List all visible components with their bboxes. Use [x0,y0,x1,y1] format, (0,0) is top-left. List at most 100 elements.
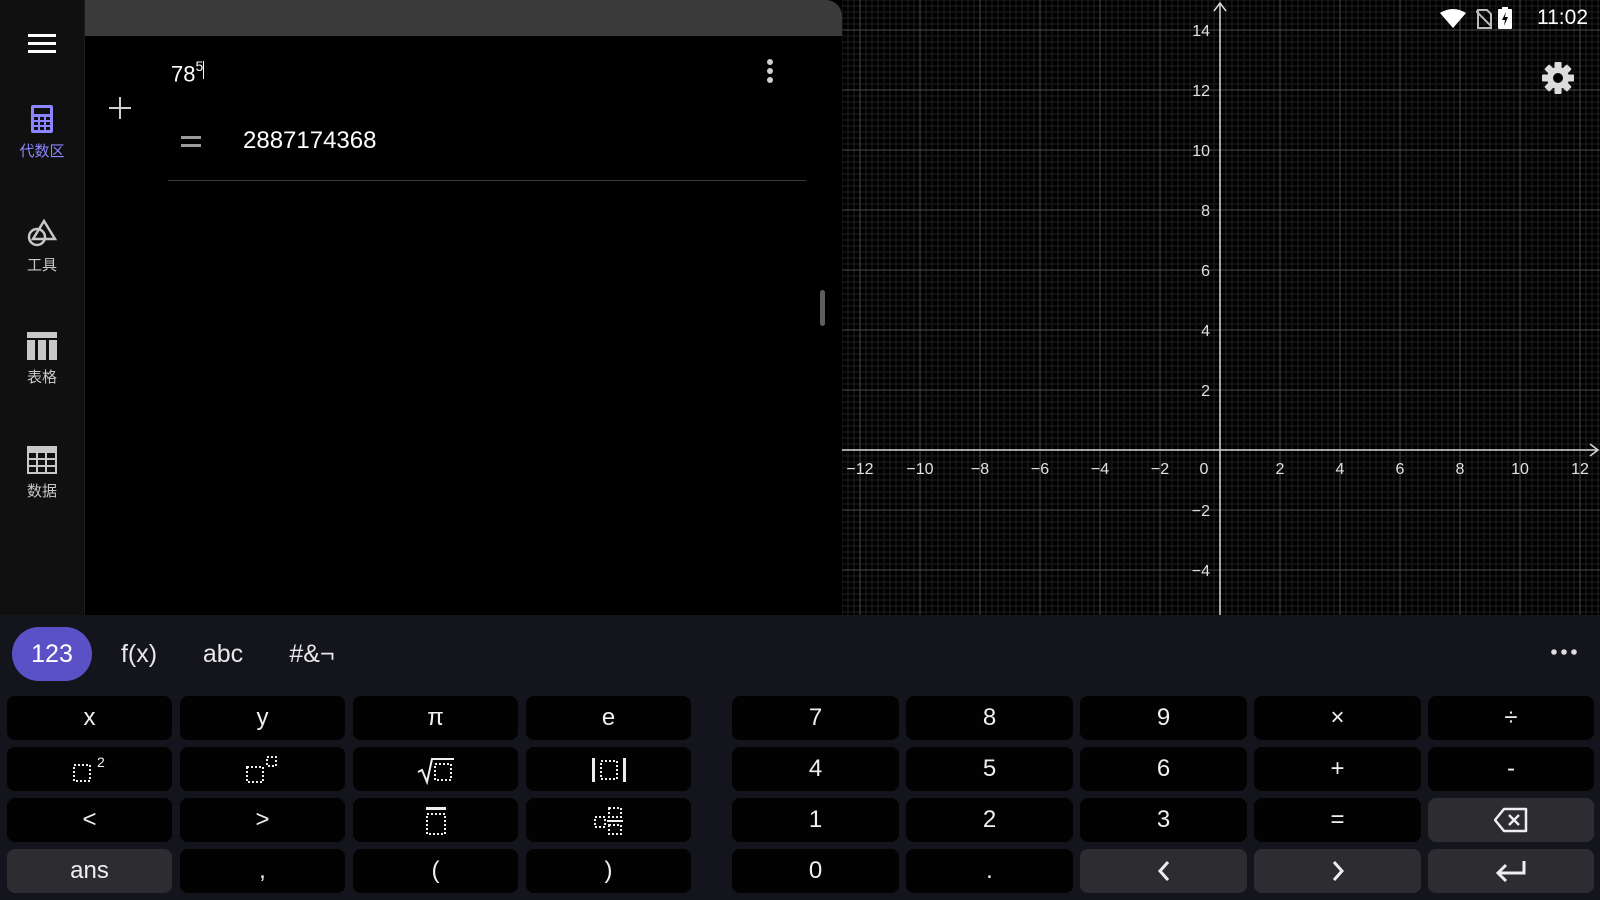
key-pi[interactable]: π [353,696,518,740]
hamburger-menu-icon[interactable] [28,32,56,54]
more-vertical-icon[interactable] [760,56,780,88]
y-tick-label: 2 [1201,383,1210,400]
x-tick-label: 10 [1511,461,1529,478]
x-tick-label: 6 [1396,461,1405,478]
add-expression-button[interactable] [104,92,136,124]
y-tick-label: 4 [1201,323,1210,340]
key-3[interactable]: 3 [1080,798,1247,842]
rail-item-tools[interactable]: 工具 [0,218,84,275]
graphics-view[interactable]: −12 −10 −8 −6 −4 −2 0 2 4 6 8 10 12 14 12 10 8 6 4 2 −2 −4 [842,0,1600,615]
rail-item-data[interactable]: 数据 [0,446,84,501]
x-tick-label: 4 [1336,461,1345,478]
fraction-template-icon [425,807,446,835]
x-tick-label: −6 [1031,461,1049,478]
key-cursor-right[interactable] [1254,849,1421,893]
expression-input[interactable]: 785 [171,58,205,87]
x-tick-label: 2 [1276,461,1285,478]
chevron-right-icon [1332,861,1344,881]
sqrt-template-icon [417,758,454,785]
x-tick-label: −2 [1151,461,1169,478]
key-8[interactable]: 8 [906,696,1073,740]
y-tick-label: −4 [1192,563,1210,580]
x-tick-label: −8 [971,461,989,478]
key-4[interactable]: 4 [732,747,899,791]
key-cursor-left[interactable] [1080,849,1247,893]
key-right-paren[interactable]: ) [526,849,691,893]
key-divide[interactable]: ÷ [1428,696,1594,740]
status-bar: A [0,0,842,36]
rail-item-algebra[interactable]: 代数区 [0,104,84,161]
row-divider [168,180,806,181]
y-tick-label: −2 [1192,503,1210,520]
chevron-left-icon [1157,861,1169,881]
key-square[interactable]: 2 [7,747,172,791]
key-y[interactable]: y [180,696,345,740]
y-tick-label: 10 [1192,143,1210,160]
x-tick-label: −4 [1091,461,1109,478]
key-1[interactable]: 1 [732,798,899,842]
key-backspace[interactable] [1428,798,1594,842]
key-less-than[interactable]: < [7,798,172,842]
key-enter[interactable] [1428,849,1594,893]
equals-icon [181,136,201,147]
y-tick-label: 14 [1192,23,1210,40]
gear-icon[interactable] [1540,60,1576,96]
panel-resize-handle[interactable] [820,290,825,326]
key-6[interactable]: 6 [1080,747,1247,791]
key-x[interactable]: x [7,696,172,740]
text-caret [203,61,205,79]
key-plus[interactable]: + [1254,747,1421,791]
key-left-paren[interactable]: ( [353,849,518,893]
x-tick-label: 12 [1571,461,1589,478]
keyboard-tab-symbols[interactable]: #&¬ [272,627,352,681]
algebra-panel: A 代数区 工具 [0,0,842,615]
rail-label-tools: 工具 [26,257,57,274]
expression-base: 78 [171,61,196,87]
x-tick-label: 0 [1200,461,1209,478]
key-fraction[interactable] [353,798,518,842]
key-7[interactable]: 7 [732,696,899,740]
calculator-icon [31,105,53,133]
x-tick-label: 8 [1456,461,1465,478]
key-ans[interactable]: ans [7,849,172,893]
result-value: 2887174368 [243,127,377,154]
enter-icon [1495,861,1526,883]
mixed-number-template-icon [593,807,623,835]
y-tick-label: 12 [1192,83,1210,100]
key-9[interactable]: 9 [1080,696,1247,740]
table-icon [27,332,57,360]
more-horizontal-icon[interactable] [1548,637,1582,667]
keyboard-tab-letters[interactable]: abc [188,627,258,681]
rail-label-data: 数据 [26,483,57,500]
key-equals[interactable]: = [1254,798,1421,842]
y-tick-label: 8 [1201,203,1210,220]
key-2[interactable]: 2 [906,798,1073,842]
square-exponent-label: 2 [97,755,105,770]
x-tick-label: −10 [906,461,933,478]
power-template-icon [245,756,277,783]
key-abs[interactable] [526,747,691,791]
rail-label-algebra: 代数区 [19,143,65,160]
key-decimal[interactable]: . [906,849,1073,893]
shapes-icon [27,218,58,247]
math-keyboard: 123 f(x) abc #&¬ x y π e 2 < > ans , ()… [0,615,1600,900]
key-minus[interactable]: - [1428,747,1594,791]
key-e[interactable]: e [526,696,691,740]
x-tick-label: −12 [846,461,873,478]
key-0[interactable]: 0 [732,849,899,893]
navigation-rail: 代数区 工具 表格 数据 [0,0,85,615]
key-power[interactable] [180,747,345,791]
keyboard-tab-functions[interactable]: f(x) [104,627,174,681]
backspace-icon [1494,807,1528,833]
expression-exponent: 5 [195,58,204,74]
abs-template-icon [591,758,626,782]
key-comma[interactable]: , [180,849,345,893]
key-5[interactable]: 5 [906,747,1073,791]
rail-item-table[interactable]: 表格 [0,332,84,387]
key-sqrt[interactable] [353,747,518,791]
key-multiply[interactable]: × [1254,696,1421,740]
key-greater-than[interactable]: > [180,798,345,842]
key-mixed-number[interactable] [526,798,691,842]
keyboard-tab-numbers[interactable]: 123 [12,627,92,681]
y-tick-label: 6 [1201,263,1210,280]
